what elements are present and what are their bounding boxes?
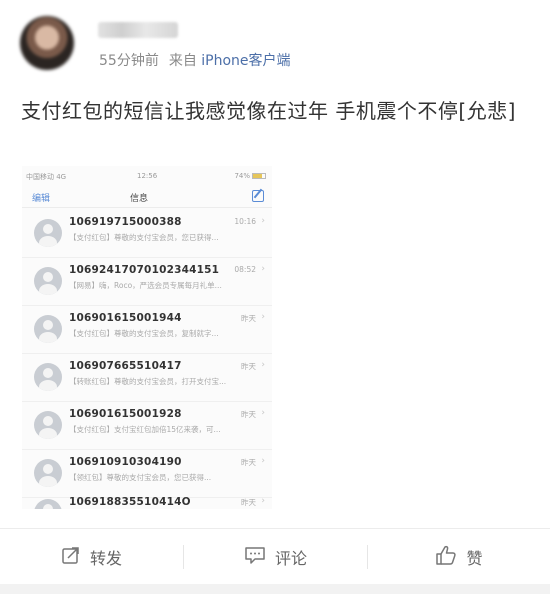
status-time: 12:56 bbox=[137, 172, 158, 180]
post-text: 支付红包的短信让我感觉像在过年 手机震个不停[允悲] bbox=[21, 99, 516, 123]
compose-icon bbox=[252, 190, 264, 202]
chevron-right-icon: › bbox=[261, 216, 265, 226]
message-row: 106907665510417 昨天 › 【转账红包】尊敬的支付宝会员，打开支付… bbox=[22, 354, 272, 402]
contact-avatar-icon bbox=[34, 219, 62, 247]
chevron-right-icon: › bbox=[261, 264, 265, 274]
message-time: 昨天 bbox=[241, 458, 256, 467]
contact-avatar-icon bbox=[34, 363, 62, 391]
message-time: 昨天 bbox=[241, 410, 256, 419]
post-meta: 55分钟前 来自 iPhone客户端 bbox=[99, 50, 291, 70]
post-time: 55分钟前 bbox=[99, 53, 159, 69]
repost-icon bbox=[61, 545, 81, 569]
message-time: 昨天 bbox=[241, 498, 256, 507]
chevron-right-icon: › bbox=[261, 360, 265, 370]
action-bar: 转发 评论 赞 bbox=[0, 528, 550, 584]
repost-button[interactable]: 转发 bbox=[0, 529, 183, 585]
username-blurred[interactable] bbox=[98, 22, 178, 38]
message-preview: 【支付红包】支付宝红包加倍15亿来袭，可... bbox=[69, 425, 221, 434]
message-row: 106919715000388 10:16 › 【支付红包】尊敬的支付宝会员，您… bbox=[22, 210, 272, 258]
edit-button: 编辑 bbox=[32, 194, 51, 204]
comment-label: 评论 bbox=[274, 549, 307, 568]
message-time: 08:52 bbox=[234, 265, 256, 274]
contact-avatar-icon bbox=[34, 459, 62, 487]
message-preview: 【领红包】尊敬的支付宝会员，您已获得... bbox=[69, 473, 212, 482]
message-time: 10:16 bbox=[234, 217, 256, 226]
message-sender: 106910910304190 bbox=[69, 456, 182, 468]
post-source-prefix: 来自 bbox=[168, 53, 197, 69]
status-carrier: 中国移动 4G bbox=[26, 173, 67, 181]
message-sender: 106907665510417 bbox=[69, 360, 182, 372]
battery-icon bbox=[252, 173, 266, 179]
comment-button[interactable]: 评论 bbox=[184, 529, 367, 585]
status-battery: 74% bbox=[234, 172, 266, 180]
message-preview: 【支付红包】尊敬的支付宝会员，您已获得... bbox=[69, 233, 219, 242]
like-label: 赞 bbox=[466, 549, 483, 568]
contact-avatar-icon bbox=[34, 411, 62, 439]
chevron-right-icon: › bbox=[261, 312, 265, 322]
message-preview: 【支付红包】尊敬的支付宝会员，复制就字... bbox=[69, 329, 219, 338]
message-row: 106901615001944 昨天 › 【支付红包】尊敬的支付宝会员，复制就字… bbox=[22, 306, 272, 354]
message-row: 106901615001928 昨天 › 【支付红包】支付宝红包加倍15亿来袭，… bbox=[22, 402, 272, 450]
thumbs-up-icon bbox=[435, 544, 457, 570]
comment-icon bbox=[244, 545, 266, 569]
message-sender: 10692417070102344151 bbox=[69, 264, 220, 276]
contact-avatar-icon bbox=[34, 499, 62, 509]
phone-status-bar: 中国移动 4G 12:56 74% bbox=[22, 166, 272, 186]
message-row: 10692417070102344151 08:52 › 【网易】嗨，Roco，… bbox=[22, 258, 272, 306]
messages-title: 信息 bbox=[130, 194, 149, 204]
message-sender: 106919715000388 bbox=[69, 216, 182, 228]
chevron-right-icon: › bbox=[261, 496, 265, 506]
repost-label: 转发 bbox=[89, 549, 122, 568]
message-time: 昨天 bbox=[241, 362, 256, 371]
battery-percent: 74% bbox=[234, 172, 250, 180]
chevron-right-icon: › bbox=[261, 456, 265, 466]
post-header: 55分钟前 来自 iPhone客户端 bbox=[0, 0, 550, 90]
bottom-divider bbox=[0, 584, 550, 594]
message-sender: 106901615001928 bbox=[69, 408, 182, 420]
message-time: 昨天 bbox=[241, 314, 256, 323]
message-sender: 106918835510414O bbox=[69, 496, 191, 508]
message-row: 106918835510414O 昨天 › bbox=[22, 490, 272, 509]
message-preview: 【转账红包】尊敬的支付宝会员，打开支付宝... bbox=[69, 377, 227, 386]
message-sender: 106901615001944 bbox=[69, 312, 182, 324]
contact-avatar-icon bbox=[34, 315, 62, 343]
post-source-device[interactable]: iPhone客户端 bbox=[201, 53, 290, 69]
attached-screenshot[interactable]: 中国移动 4G 12:56 74% 编辑 信息 106919715000388 … bbox=[22, 166, 272, 509]
avatar[interactable] bbox=[20, 16, 74, 70]
contact-avatar-icon bbox=[34, 267, 62, 295]
like-button[interactable]: 赞 bbox=[368, 529, 550, 585]
chevron-right-icon: › bbox=[261, 408, 265, 418]
messages-nav-bar: 编辑 信息 bbox=[22, 186, 272, 208]
message-preview: 【网易】嗨，Roco，严选会员专属每月礼单... bbox=[69, 281, 222, 290]
